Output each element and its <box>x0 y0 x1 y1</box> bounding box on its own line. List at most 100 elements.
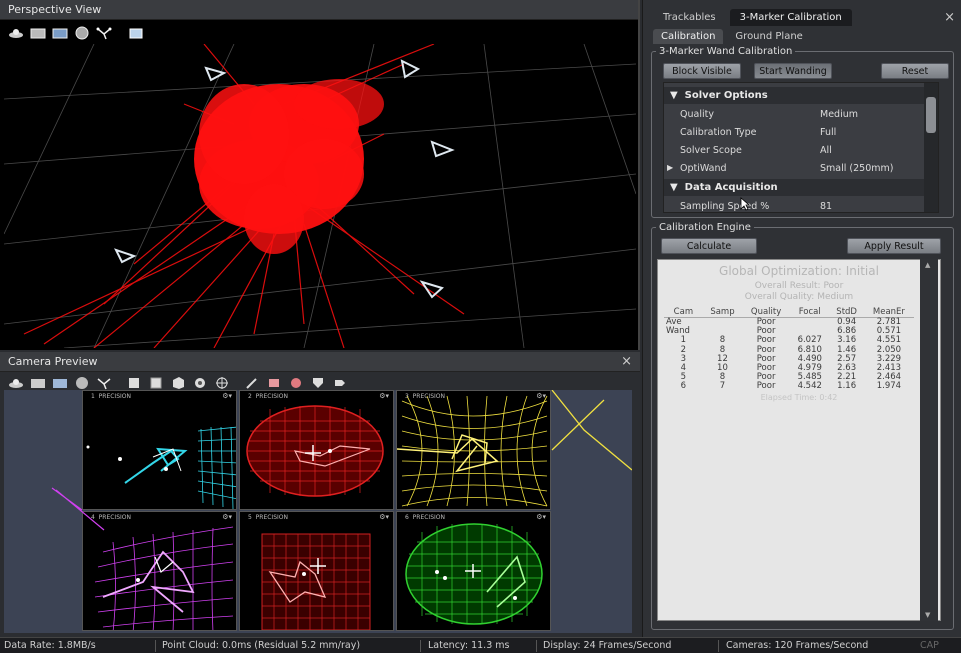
start-wanding-button[interactable]: Start Wanding <box>754 63 832 79</box>
connect-icon[interactable] <box>96 26 112 40</box>
solver-options-list: ▼ Solver Options Quality Medium Calibrat… <box>663 82 939 213</box>
tag-icon[interactable] <box>332 376 348 390</box>
status-bar: Data Rate: 1.8MB/s Point Cloud: 0.0ms (R… <box>0 637 961 653</box>
status-data-rate: Data Rate: 1.8MB/s <box>4 640 96 651</box>
shield-icon[interactable] <box>310 376 326 390</box>
image-icon[interactable] <box>52 376 68 390</box>
prop-value[interactable]: All <box>820 145 832 156</box>
status-divider <box>420 640 421 652</box>
perspective-3d-viewport[interactable] <box>4 44 636 348</box>
column-header: Focal <box>790 307 830 318</box>
close-icon[interactable]: × <box>944 10 955 25</box>
perspective-view-panel: Perspective View <box>0 0 640 350</box>
reset-button[interactable]: Reset <box>881 63 949 79</box>
status-divider <box>155 640 156 652</box>
box-icon[interactable] <box>126 376 142 390</box>
table-cell <box>790 318 829 328</box>
prop-solver-scope[interactable]: Solver Scope All <box>664 142 924 160</box>
data-acquisition-label: Data Acquisition <box>684 182 778 193</box>
solver-scrollbar[interactable] <box>924 83 938 212</box>
prop-value[interactable]: Small (250mm) <box>820 163 893 174</box>
frame-icon[interactable] <box>128 26 144 40</box>
tab-trackables[interactable]: Trackables <box>653 9 726 26</box>
camera-preview-panel: Camera Preview × 1 PRECISION ⚙▾ 2 PRECIS… <box>0 352 640 637</box>
results-title: Global Optimization: Initial <box>719 264 879 278</box>
overall-result: Overall Result: Poor <box>754 281 844 291</box>
status-display-fps: Display: 24 Frames/Second <box>543 640 672 651</box>
camera-preview-title: Camera Preview × <box>0 352 640 372</box>
camera-grid: 1 PRECISION ⚙▾ 2 PRECISION ⚙▾ 3 PRECISIO… <box>4 390 632 633</box>
solver-options-header[interactable]: ▼ Solver Options <box>664 87 924 104</box>
status-point-cloud: Point Cloud: 0.0ms (Residual 5.2 mm/ray) <box>162 640 361 651</box>
data-acquisition-header[interactable]: ▼ Data Acquisition <box>664 179 924 196</box>
column-header: Quality <box>742 307 791 318</box>
connect-icon[interactable] <box>96 376 112 390</box>
overall-quality: Overall Quality: Medium <box>744 292 854 302</box>
prop-quality[interactable]: Quality Medium <box>664 106 924 124</box>
blob-icon[interactable] <box>288 376 304 390</box>
screen-icon[interactable] <box>30 376 46 390</box>
prop-key: Solver Scope <box>680 145 742 156</box>
prop-optiwand[interactable]: ▶ OptiWand Small (250mm) <box>664 160 924 178</box>
pen-icon[interactable] <box>244 376 260 390</box>
cube-icon[interactable] <box>170 376 186 390</box>
calibration-panel: Trackables 3-Marker Calibration × Calibr… <box>642 0 961 637</box>
table-cell: 1.16 <box>837 381 857 392</box>
tab-3-marker-calibration[interactable]: 3-Marker Calibration <box>729 9 852 26</box>
status-divider <box>536 640 537 652</box>
tab-calibration[interactable]: Calibration <box>653 29 724 44</box>
status-camera-fps: Cameras: 120 Frames/Second <box>726 640 869 651</box>
close-icon[interactable]: × <box>621 354 632 369</box>
table-cell <box>703 318 742 328</box>
solver-options-label: Solver Options <box>684 90 768 101</box>
scroll-up-icon[interactable]: ▲ <box>925 261 930 269</box>
tab-ground-plane[interactable]: Ground Plane <box>727 29 810 44</box>
screen-icon[interactable] <box>30 26 46 40</box>
prop-calibration-type[interactable]: Calibration Type Full <box>664 124 924 142</box>
perspective-toolbar <box>0 22 638 44</box>
status-caps-indicator: CAP <box>920 640 939 651</box>
image-icon[interactable] <box>52 26 68 40</box>
main-tabs: Trackables 3-Marker Calibration × <box>643 6 961 26</box>
scroll-thumb[interactable] <box>926 97 936 133</box>
camera-view-icon[interactable] <box>8 376 24 390</box>
table-cell: 6 <box>680 381 687 392</box>
table-cell: 1.974 <box>876 381 902 392</box>
status-divider <box>718 640 719 652</box>
circle-icon[interactable] <box>74 376 90 390</box>
status-latency: Latency: 11.3 ms <box>428 640 510 651</box>
prop-key: Calibration Type <box>680 127 757 138</box>
column-header: Samp <box>702 307 743 318</box>
scroll-down-icon[interactable]: ▼ <box>925 611 930 619</box>
camera-preview-title-text: Camera Preview <box>8 355 98 368</box>
prop-value[interactable]: Medium <box>820 109 858 120</box>
square-icon[interactable] <box>148 376 164 390</box>
expand-arrow-icon[interactable]: ▶ <box>667 163 673 172</box>
results-scrollbar[interactable]: ▲ ▼ <box>920 259 938 621</box>
sphere-icon[interactable] <box>74 26 90 40</box>
perspective-view-title: Perspective View <box>0 0 638 20</box>
camera-view-icon[interactable] <box>8 26 24 40</box>
table-cell: 4.542 <box>797 381 822 392</box>
column-header: Cam <box>664 307 703 318</box>
table-cell: 7 <box>719 381 726 392</box>
results-body: Ave Poor 0.94 2.781 Wand Poor 6.86 0.571 1 8 Poor 6… <box>664 318 914 392</box>
prop-value[interactable]: 81 <box>820 201 832 212</box>
sub-tabs: Calibration Ground Plane <box>643 26 961 44</box>
calibration-results: Global Optimization: Initial Overall Res… <box>657 259 941 621</box>
elapsed-time: Elapsed Time: 0:42 <box>760 393 838 402</box>
mask-icon[interactable] <box>266 376 282 390</box>
perspective-view-title-text: Perspective View <box>8 3 102 16</box>
apply-result-button[interactable]: Apply Result <box>847 238 941 254</box>
results-table: Cam Samp Quality Focal StdD MeanEr Ave Po… <box>664 307 914 392</box>
calculate-button[interactable]: Calculate <box>661 238 757 254</box>
prop-sampling-speed[interactable]: Sampling Speed % 81 <box>664 198 924 212</box>
point-cloud-scene <box>4 44 636 348</box>
prop-key: Sampling Speed % <box>680 201 770 212</box>
gear-icon[interactable] <box>192 376 208 390</box>
table-row: 6 7 Poor 4.542 1.16 1.974 <box>664 382 914 391</box>
column-header: MeanEr <box>863 307 914 318</box>
prop-value[interactable]: Full <box>820 127 836 138</box>
block-visible-button[interactable]: Block Visible <box>663 63 741 79</box>
crosshair-icon[interactable] <box>214 376 230 390</box>
